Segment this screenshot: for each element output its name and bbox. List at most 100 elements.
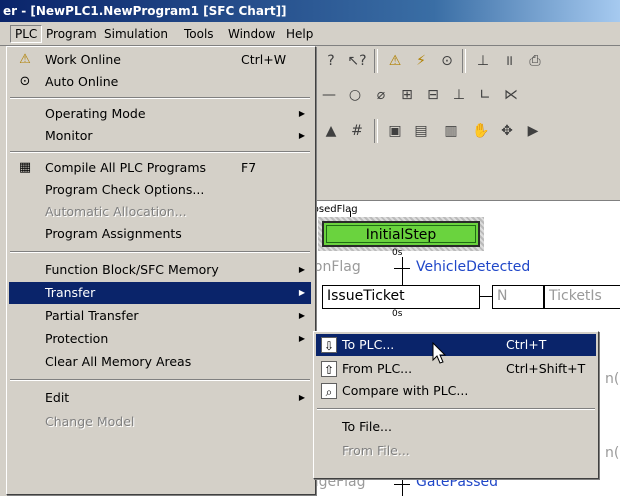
menu-item-from-plc[interactable]: ⇧ From PLC... Ctrl+Shift+T [316,358,596,380]
menu-item-edit[interactable]: Edit ▶ [9,387,311,409]
menu-item-protection[interactable]: Protection ▶ [9,328,311,350]
menu-item-transfer[interactable]: Transfer ▶ [9,282,311,304]
vehicle-detected-label: VehicleDetected [416,259,531,275]
help-icon[interactable]: ? [320,51,342,71]
menu-item-partial-transfer[interactable]: Partial Transfer ▶ [9,305,311,327]
condition-flag-label: ionFlag [310,259,361,275]
menu-separator [10,251,310,253]
pause-icon[interactable]: ॥ [498,51,520,71]
zoom-icon[interactable]: ▲ [320,121,342,141]
online-icon[interactable]: ⚡ [410,51,432,71]
menu-item-change-model: Change Model [9,411,311,433]
menu-item-label: Change Model [45,414,135,429]
menu-tools[interactable]: Tools [180,26,218,42]
menu-item-automatic-allocation: Automatic Allocation... [9,201,311,223]
menu-item-shortcut: F7 [241,160,257,175]
menu-plc[interactable]: PLC [10,25,43,43]
context-help-icon[interactable]: ↖? [346,51,368,71]
menu-item-label: Program Assignments [45,226,182,241]
toolbar-separator [374,119,378,143]
jump-icon[interactable]: ∟ [474,85,496,105]
menu-item-label: Operating Mode [45,106,146,121]
compare-icon: ⌕ [321,383,337,399]
warning-icon: ⚠ [19,52,31,67]
transition-icon[interactable]: ⊟ [422,85,444,105]
upload-from-plc-icon: ⇧ [321,361,337,377]
line-icon[interactable]: — [318,85,340,105]
plc-menu: ⚠ Work Online Ctrl+W ⊙ Auto Online Opera… [6,46,316,495]
menu-bar: PLC Program Simulation Tools Window Help [0,22,620,46]
submenu-arrow-icon: ▶ [298,393,305,402]
window-split-icon[interactable]: ▤ [410,121,432,141]
initial-step[interactable]: InitialStep [322,221,480,247]
toolbar-1: ? ↖? ⚠ ⚡ ⊙ ⊥ ॥ ⎙ [310,46,620,76]
binoculars-icon[interactable]: ⊙ [436,51,458,71]
submenu-arrow-icon: ▶ [298,334,305,343]
menu-item-to-file[interactable]: To File... [316,416,596,438]
action-qualifier[interactable]: N [492,285,544,309]
toolbar-separator [462,49,466,73]
menu-item-from-file: From File... [316,440,596,462]
compile-icon: ▦ [18,160,32,175]
menu-item-clear-all-memory[interactable]: Clear All Memory Areas [9,351,311,373]
menu-item-program-check-options[interactable]: Program Check Options... [9,179,311,201]
menu-item-work-online[interactable]: ⚠ Work Online Ctrl+W [9,49,311,71]
submenu-arrow-icon: ▶ [298,265,305,274]
branch-icon[interactable]: ⊥ [448,85,470,105]
menu-item-function-block-memory[interactable]: Function Block/SFC Memory ▶ [9,259,311,281]
menu-item-operating-mode[interactable]: Operating Mode ▶ [9,103,311,125]
layout-icon[interactable]: ▥ [440,121,462,141]
toolbar-separator [374,49,378,73]
issue-ticket-step[interactable]: IssueTicket [322,285,480,309]
menu-program[interactable]: Program [42,26,101,42]
menu-item-program-assignments[interactable]: Program Assignments [9,223,311,245]
warning-icon[interactable]: ⚠ [384,51,406,71]
move-icon[interactable]: ✥ [496,121,518,141]
menu-item-monitor[interactable]: Monitor ▶ [9,125,311,147]
menu-item-label: From PLC... [342,361,413,376]
menu-item-compile-all[interactable]: ▦ Compile All PLC Programs F7 [9,157,311,179]
menu-item-shortcut: Ctrl+Shift+T [506,361,586,376]
step-time-label: 0s [392,309,403,319]
grid-icon[interactable]: # [346,121,368,141]
menu-help[interactable]: Help [282,26,317,42]
menu-item-label: Clear All Memory Areas [45,354,192,369]
menu-item-label: Function Block/SFC Memory [45,262,219,277]
menu-window[interactable]: Window [224,26,279,42]
menu-simulation[interactable]: Simulation [100,26,172,42]
contact-icon[interactable]: ○ [344,85,366,105]
menu-item-label: Partial Transfer [45,308,139,323]
menu-item-auto-online[interactable]: ⊙ Auto Online [9,71,311,93]
menu-item-to-plc[interactable]: ⇩ To PLC... Ctrl+T [316,334,596,356]
print-icon[interactable]: ⎙ [524,51,546,71]
menu-item-label: From File... [342,443,410,458]
menu-item-label: Edit [45,390,70,405]
step-icon[interactable]: ⊞ [396,85,418,105]
menu-item-compare-with-plc[interactable]: ⌕ Compare with PLC... [316,380,596,402]
negated-contact-icon[interactable]: ⌀ [370,85,392,105]
binoculars-icon: ⊙ [19,74,31,89]
menu-item-label: Auto Online [45,74,119,89]
submenu-arrow-icon: ▶ [298,288,305,297]
action-icon[interactable]: ⋉ [500,85,522,105]
toolbar-3: ▲ # ▣ ▤ ▥ ✋ ✥ ▶ [310,116,620,146]
right-fragment: n( [605,445,620,461]
transfer-submenu: ⇩ To PLC... Ctrl+T ⇧ From PLC... Ctrl+Sh… [313,331,599,479]
menu-item-label: Work Online [45,52,121,67]
right-fragment: n( [605,371,620,387]
submenu-arrow-icon: ▶ [298,109,305,118]
menu-item-label: To PLC... [342,337,395,352]
step-time-label: 0s [392,248,403,258]
window-icon[interactable]: ▣ [384,121,406,141]
run-icon[interactable]: ⊥ [472,51,494,71]
menu-item-label: Automatic Allocation... [45,204,187,219]
transition-bar [394,484,410,485]
transition-bar [394,268,410,269]
menu-item-shortcut: Ctrl+T [506,337,547,352]
action-name[interactable]: TicketIs [544,285,620,309]
menu-item-label: Program Check Options... [45,182,205,197]
mouse-cursor-icon [432,342,447,364]
hand-icon[interactable]: ✋ [470,121,492,141]
play-icon[interactable]: ▶ [522,121,544,141]
download-to-plc-icon: ⇩ [321,337,337,353]
